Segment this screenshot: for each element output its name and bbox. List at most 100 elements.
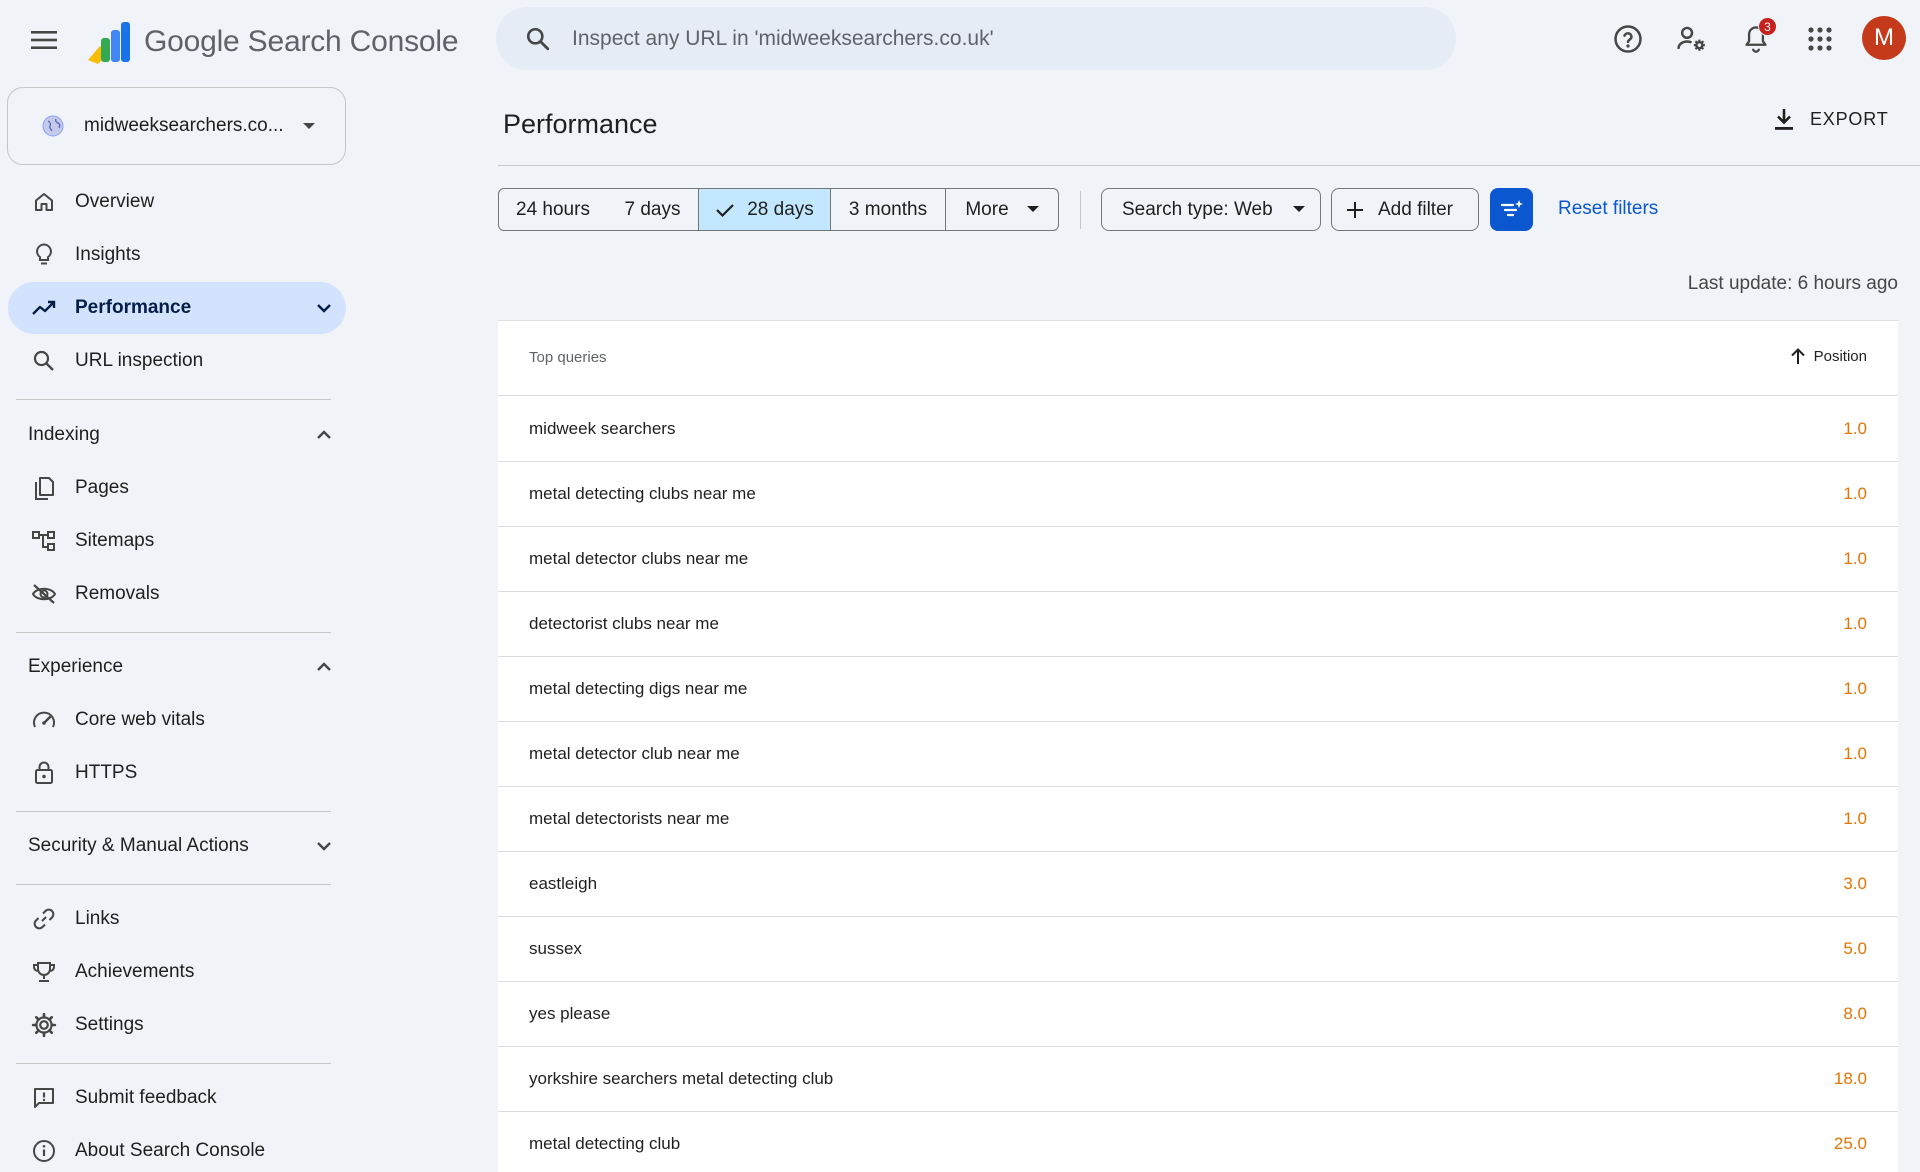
query-cell: midweek searchers bbox=[529, 419, 676, 438]
query-cell: yorkshire searchers metal detecting club bbox=[529, 1069, 834, 1088]
table-row[interactable]: eastleigh 3.0 bbox=[498, 852, 1898, 917]
sidebar-item-links[interactable]: Links bbox=[8, 893, 346, 945]
sidebar-item-submit-feedback[interactable]: Submit feedback bbox=[8, 1072, 346, 1124]
section-label: Experience bbox=[28, 656, 124, 677]
search-console-logo-icon bbox=[88, 22, 130, 64]
export-button[interactable]: EXPORT bbox=[1772, 106, 1889, 132]
header-divider bbox=[498, 165, 1920, 166]
filter-separator bbox=[1080, 191, 1081, 229]
range-label: 3 months bbox=[848, 198, 928, 220]
sidebar-item-label: About Search Console bbox=[75, 1140, 266, 1161]
visibility-off-icon bbox=[30, 580, 58, 608]
property-selector[interactable]: midweeksearchers.co... bbox=[7, 87, 346, 165]
home-icon bbox=[30, 188, 58, 216]
table-row[interactable]: metal detecting clubs near me 1.0 bbox=[498, 462, 1898, 527]
help-icon[interactable] bbox=[1606, 17, 1650, 61]
range-more-dropdown[interactable]: More bbox=[945, 188, 1059, 231]
apps-grid-icon[interactable] bbox=[1798, 17, 1842, 61]
trophy-icon bbox=[30, 958, 58, 986]
column-header-queries: Top queries bbox=[529, 349, 607, 366]
main-menu-icon[interactable] bbox=[24, 20, 64, 60]
table-row[interactable]: detectorist clubs near me 1.0 bbox=[498, 592, 1898, 657]
table-row[interactable]: midweek searchers 1.0 bbox=[498, 397, 1898, 462]
column-header-position[interactable]: Position bbox=[1790, 347, 1867, 365]
search-console-logo[interactable]: Google Search Console bbox=[86, 20, 459, 64]
range-label: 28 days bbox=[747, 198, 814, 220]
manage-users-icon[interactable] bbox=[1670, 17, 1714, 61]
sidebar-item-pages[interactable]: Pages bbox=[8, 462, 346, 514]
last-update-text: Last update: 6 hours ago bbox=[1687, 273, 1898, 294]
sidebar-item-core-web-vitals[interactable]: Core web vitals bbox=[8, 694, 346, 746]
range-24-hours[interactable]: 24 hours bbox=[498, 188, 608, 231]
notification-count-badge: 3 bbox=[1758, 17, 1777, 36]
sidebar-item-https[interactable]: HTTPS bbox=[8, 747, 346, 799]
position-cell: 25.0 bbox=[1833, 1134, 1867, 1153]
url-inspect-input[interactable] bbox=[572, 26, 1456, 51]
sidebar-divider bbox=[16, 1063, 331, 1064]
table-row[interactable]: metal detector club near me 1.0 bbox=[498, 722, 1898, 787]
reset-filters-link[interactable]: Reset filters bbox=[1558, 198, 1658, 220]
sidebar-divider bbox=[16, 632, 331, 633]
add-filter-button[interactable]: Add filter bbox=[1331, 188, 1479, 231]
plus-icon bbox=[1347, 201, 1363, 218]
sidebar-item-performance[interactable]: Performance bbox=[8, 282, 346, 334]
table-row[interactable]: yorkshire searchers metal detecting club… bbox=[498, 1047, 1898, 1112]
sidebar-item-sitemaps[interactable]: Sitemaps bbox=[8, 515, 346, 567]
table-row[interactable]: metal detector clubs near me 1.0 bbox=[498, 527, 1898, 592]
sidebar-item-url-inspection[interactable]: URL inspection bbox=[8, 335, 346, 387]
section-security-toggle[interactable]: Security & Manual Actions bbox=[8, 820, 346, 872]
arrow-up-icon bbox=[1790, 348, 1805, 364]
caret-down-icon bbox=[1026, 206, 1039, 212]
add-filter-label: Add filter bbox=[1378, 198, 1453, 220]
lightbulb-icon bbox=[30, 241, 58, 269]
range-3-months[interactable]: 3 months bbox=[830, 188, 946, 231]
lock-icon bbox=[30, 759, 58, 787]
sidebar-item-achievements[interactable]: Achievements bbox=[8, 946, 346, 998]
ai-filter-button[interactable] bbox=[1490, 188, 1533, 231]
sidebar-divider bbox=[16, 399, 331, 400]
sidebar-item-insights[interactable]: Insights bbox=[8, 229, 346, 281]
sidebar-item-label: Overview bbox=[75, 191, 155, 212]
gear-icon bbox=[30, 1011, 58, 1039]
sidebar-item-about[interactable]: About Search Console bbox=[8, 1125, 346, 1172]
top-queries-table: Top queries Position midweek searchers 1.… bbox=[498, 320, 1898, 1172]
section-experience-toggle[interactable]: Experience bbox=[8, 641, 346, 693]
query-cell: detectorist clubs near me bbox=[529, 614, 719, 633]
url-inspect-search-bar[interactable] bbox=[496, 7, 1456, 70]
sidebar-item-removals[interactable]: Removals bbox=[8, 568, 346, 620]
query-cell: sussex bbox=[529, 939, 582, 958]
position-cell: 1.0 bbox=[1843, 549, 1867, 568]
sidebar-item-label: HTTPS bbox=[75, 762, 138, 783]
chevron-up-icon bbox=[317, 430, 331, 439]
speed-gauge-icon bbox=[30, 706, 58, 734]
table-row[interactable]: yes please 8.0 bbox=[498, 982, 1898, 1047]
table-row[interactable]: metal detecting club 25.0 bbox=[498, 1112, 1898, 1172]
sidebar-item-label: Removals bbox=[75, 583, 160, 604]
caret-down-icon bbox=[1292, 206, 1305, 212]
notifications-icon[interactable]: 3 bbox=[1734, 17, 1778, 61]
position-cell: 1.0 bbox=[1843, 419, 1867, 438]
sidebar-item-settings[interactable]: Settings bbox=[8, 999, 346, 1051]
sidebar-item-label: Performance bbox=[75, 297, 192, 318]
sidebar-item-overview[interactable]: Overview bbox=[8, 176, 346, 228]
check-icon bbox=[716, 203, 734, 217]
range-7-days[interactable]: 7 days bbox=[607, 188, 699, 231]
query-cell: metal detector clubs near me bbox=[529, 549, 749, 568]
search-icon bbox=[30, 347, 58, 375]
table-row[interactable]: sussex 5.0 bbox=[498, 917, 1898, 982]
table-row[interactable]: metal detectorists near me 1.0 bbox=[498, 787, 1898, 852]
search-type-filter[interactable]: Search type: Web bbox=[1101, 188, 1321, 231]
position-cell: 1.0 bbox=[1843, 809, 1867, 828]
search-icon[interactable] bbox=[508, 7, 568, 70]
range-28-days[interactable]: 28 days bbox=[698, 188, 831, 231]
caret-down-icon bbox=[303, 123, 315, 129]
sidebar-item-label: Core web vitals bbox=[75, 709, 205, 730]
account-avatar[interactable]: M bbox=[1862, 16, 1906, 60]
filter-sparkle-icon bbox=[1500, 199, 1523, 216]
position-cell: 3.0 bbox=[1843, 874, 1867, 893]
page-title: Performance bbox=[503, 109, 658, 139]
range-label: 7 days bbox=[624, 198, 681, 220]
table-row[interactable]: metal detecting digs near me 1.0 bbox=[498, 657, 1898, 722]
section-indexing-toggle[interactable]: Indexing bbox=[8, 409, 346, 461]
position-header-label: Position bbox=[1813, 347, 1867, 365]
